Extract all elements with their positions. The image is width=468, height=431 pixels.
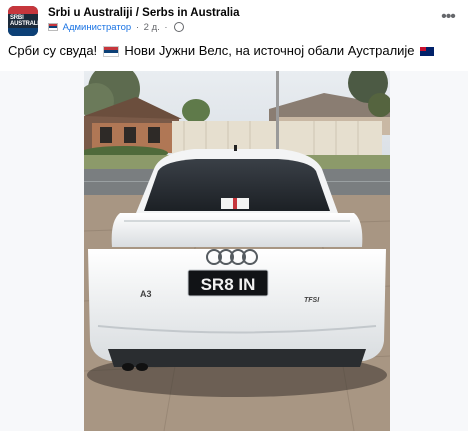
page-name-link[interactable]: Srbi u Australiji / Serbs in Australia <box>48 7 240 19</box>
meta-separator: · <box>164 22 168 33</box>
globe-icon <box>174 22 185 33</box>
model-badge: A3 <box>140 289 152 299</box>
post-header: SRBI AUSTRALIA Srbi u Australiji / Serbs… <box>8 4 460 36</box>
australia-flag-icon <box>420 47 435 57</box>
post-meta: Администратор · 2 д. · <box>48 22 185 36</box>
caption-text-2: Нови Јужни Велс, на источној обали Аустр… <box>124 43 415 58</box>
car-photo-illustration: SR8 IN A3 TFSI <box>84 71 390 431</box>
post-caption: Срби су свуда! Нови Јужни Велс, на источ… <box>8 43 460 58</box>
avatar-logo-text: SRBI AUSTRALIA <box>10 15 38 27</box>
post-photo[interactable]: SR8 IN A3 TFSI <box>84 71 390 431</box>
license-plate-text: SR8 IN <box>201 275 256 294</box>
post-card: SRBI AUSTRALIA Srbi u Australiji / Serbs… <box>0 0 468 431</box>
avatar-stripe-red <box>8 6 38 14</box>
serbia-flag-icon <box>48 23 58 32</box>
photo-container[interactable]: SR8 IN A3 TFSI <box>0 71 468 431</box>
avatar-stripe-blue <box>8 28 38 36</box>
admin-badge[interactable]: Администратор <box>63 22 132 33</box>
page-avatar[interactable]: SRBI AUSTRALIA <box>8 6 38 36</box>
serbia-flag-icon <box>102 46 119 58</box>
caption-text-1: Срби су свуда! <box>8 43 98 58</box>
meta-separator: · <box>135 22 139 33</box>
trim-badge: TFSI <box>304 297 320 304</box>
more-options-icon[interactable]: ••• <box>438 9 458 26</box>
post-timestamp[interactable]: 2 д. <box>144 22 160 33</box>
